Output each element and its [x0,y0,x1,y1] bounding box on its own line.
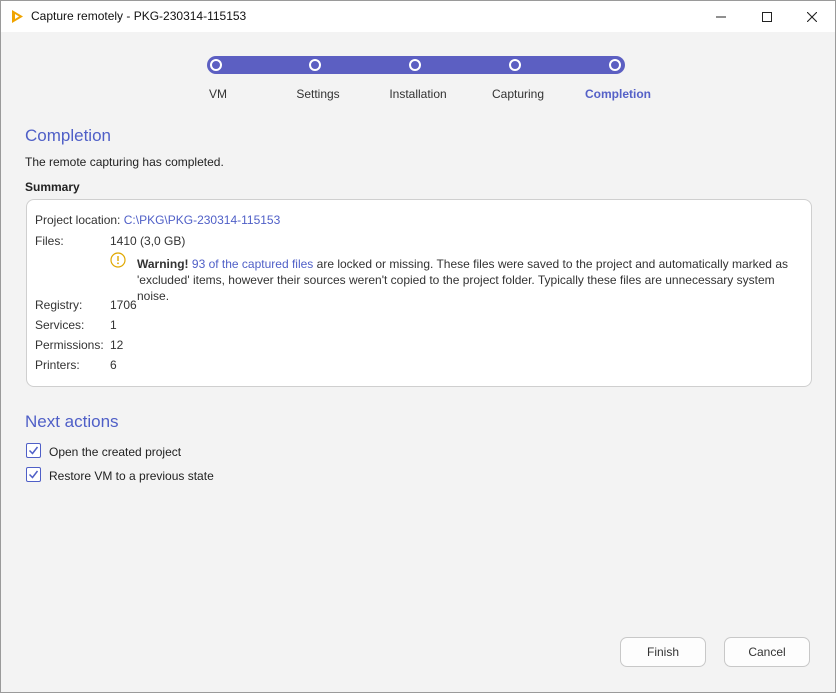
files-value: 1410 (3,0 GB) [110,234,186,248]
summary-panel: Project location: C:\PKG\PKG-230314-1151… [26,199,812,387]
registry-label: Registry: [35,298,83,312]
printers-label: Printers: [35,358,80,372]
completion-message: The remote capturing has completed. [25,155,224,169]
step-dot-capturing [509,59,521,71]
step-label-capturing: Capturing [491,87,545,101]
warning-title: Warning! [137,257,189,271]
wizard-progress-bar [207,56,625,74]
next-actions-heading: Next actions [25,412,119,431]
open-project-checkbox[interactable] [26,443,41,458]
restore-vm-checkbox[interactable] [26,467,41,482]
summary-label: Summary [25,180,80,194]
checkmark-icon [28,470,39,479]
project-location-label: Project location: [35,213,121,227]
window-title: Capture remotely - PKG-230314-115153 [31,9,247,23]
open-project-label[interactable]: Open the created project [49,445,181,459]
title-bar[interactable]: Capture remotely - PKG-230314-115153 [1,1,835,32]
step-label-vm: VM [209,87,227,101]
checkmark-icon [28,446,39,455]
files-label: Files: [35,234,64,248]
permissions-value: 12 [110,338,124,352]
step-dot-vm [210,59,222,71]
capture-app-icon [10,9,25,24]
step-label-installation: Installation [389,87,447,101]
permissions-label: Permissions: [35,338,104,352]
captured-files-link[interactable]: 93 of the captured files [192,257,313,271]
restore-vm-label[interactable]: Restore VM to a previous state [49,469,214,483]
step-dot-settings [309,59,321,71]
capture-remotely-dialog: Capture remotely - PKG-230314-115153 VM … [0,0,836,693]
completion-heading: Completion [25,126,111,145]
printers-value: 6 [110,358,117,372]
maximize-button[interactable] [744,1,790,32]
registry-value: 1706 [110,298,137,312]
finish-button[interactable]: Finish [620,637,706,667]
step-dot-installation [409,59,421,71]
services-value: 1 [110,318,117,332]
files-warning-text: Warning! 93 of the captured files are lo… [137,256,797,304]
project-location-link[interactable]: C:\PKG\PKG-230314-115153 [124,213,281,227]
services-label: Services: [35,318,85,332]
close-button[interactable] [789,1,835,32]
maximize-icon [762,11,772,22]
cancel-button[interactable]: Cancel [724,637,810,667]
minimize-button[interactable] [698,1,744,32]
step-label-settings: Settings [296,87,340,101]
close-icon [807,11,817,22]
warning-icon [110,252,126,268]
step-dot-completion [609,59,621,71]
project-location-row: Project location: C:\PKG\PKG-230314-1151… [35,213,280,227]
minimize-icon [716,16,726,17]
step-label-completion: Completion [585,87,651,101]
